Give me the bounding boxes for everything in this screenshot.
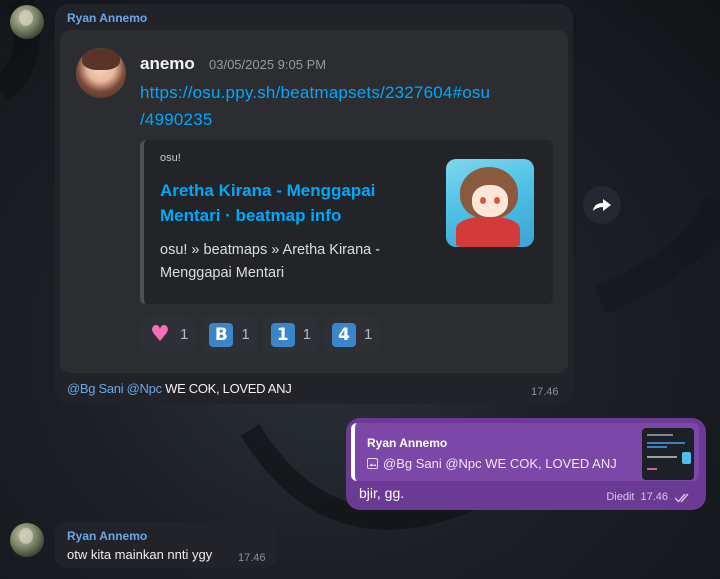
message-text: bjir, gg. <box>359 485 405 501</box>
forward-icon <box>593 199 611 211</box>
message-meta: Diedit 17.46 <box>606 491 694 503</box>
caption-text: WE COK, LOVED ANJ <box>165 381 292 396</box>
reactions-row: ♥ 1 B 1 1 1 4 1 <box>140 316 381 353</box>
reply-sender-name: Ryan Annemo <box>367 436 448 450</box>
sender-name[interactable]: Ryan Annemo <box>67 529 147 543</box>
reply-preview-text: @Bg Sani @Npc WE COK, LOVED ANJ <box>383 456 617 471</box>
reply-preview: @Bg Sani @Npc WE COK, LOVED ANJ <box>367 456 617 471</box>
reaction-1[interactable]: 1 1 <box>262 316 320 353</box>
discord-author-avatar <box>76 48 126 98</box>
message-time: 17.46 <box>531 386 559 398</box>
reaction-heart[interactable]: ♥ 1 <box>140 316 197 353</box>
message-bubble[interactable]: Ryan Annemo anemo 03/05/2025 9:05 PM htt… <box>55 4 573 404</box>
link-line-1: https://osu.ppy.sh/beatmapsets/2327604#o… <box>140 83 491 102</box>
b-button-icon: B <box>209 322 234 347</box>
discord-author-name: anemo <box>140 54 195 73</box>
reaction-count: 1 <box>364 326 373 343</box>
image-icon <box>367 458 378 469</box>
keycap-1-icon: 1 <box>270 322 295 347</box>
message-caption: @Bg Sani @Npc WE COK, LOVED ANJ <box>67 381 292 396</box>
reaction-b[interactable]: B 1 <box>201 316 258 353</box>
embed-provider: osu! <box>160 152 181 164</box>
outgoing-message-bubble[interactable]: Ryan Annemo @Bg Sani @Npc WE COK, LOVED … <box>346 418 706 510</box>
edited-label: Diedit <box>606 491 635 503</box>
embed-title[interactable]: Aretha Kirana - Menggapai Mentari · beat… <box>160 178 415 228</box>
sender-avatar[interactable] <box>10 523 44 557</box>
forward-button[interactable] <box>583 186 621 224</box>
message-time: 17.46 <box>640 491 668 503</box>
double-check-icon <box>674 493 689 503</box>
reaction-count: 1 <box>241 326 250 343</box>
message-time: 17.46 <box>238 552 266 564</box>
link-line-2: /4990235 <box>140 110 213 129</box>
keycap-4-icon: 4 <box>332 322 357 347</box>
mention-npc[interactable]: @Npc <box>127 381 162 396</box>
message-text: otw kita mainkan nnti ygy <box>67 547 213 562</box>
message-bubble[interactable]: Ryan Annemo otw kita mainkan nnti ygy 17… <box>55 522 277 568</box>
link-embed-card[interactable]: osu! Aretha Kirana - Menggapai Mentari ·… <box>140 140 553 304</box>
reaction-count: 1 <box>302 326 312 343</box>
mention-bg-sani[interactable]: @Bg Sani <box>67 381 124 396</box>
discord-timestamp: 03/05/2025 9:05 PM <box>209 57 327 72</box>
embed-description: osu! » beatmaps » Aretha Kirana - Mengga… <box>160 242 381 281</box>
reaction-count: 1 <box>180 326 189 343</box>
sender-name[interactable]: Ryan Annemo <box>67 11 147 25</box>
discord-screenshot[interactable]: anemo 03/05/2025 9:05 PM https://osu.ppy… <box>60 30 568 373</box>
embed-thumbnail <box>446 159 534 247</box>
reply-quote[interactable]: Ryan Annemo @Bg Sani @Npc WE COK, LOVED … <box>351 423 699 481</box>
reaction-4[interactable]: 4 1 <box>324 316 381 353</box>
discord-link[interactable]: https://osu.ppy.sh/beatmapsets/2327604#o… <box>140 79 550 133</box>
heart-icon: ♥ <box>150 322 170 347</box>
reply-thumbnail <box>642 428 694 480</box>
sender-avatar[interactable] <box>10 5 44 39</box>
